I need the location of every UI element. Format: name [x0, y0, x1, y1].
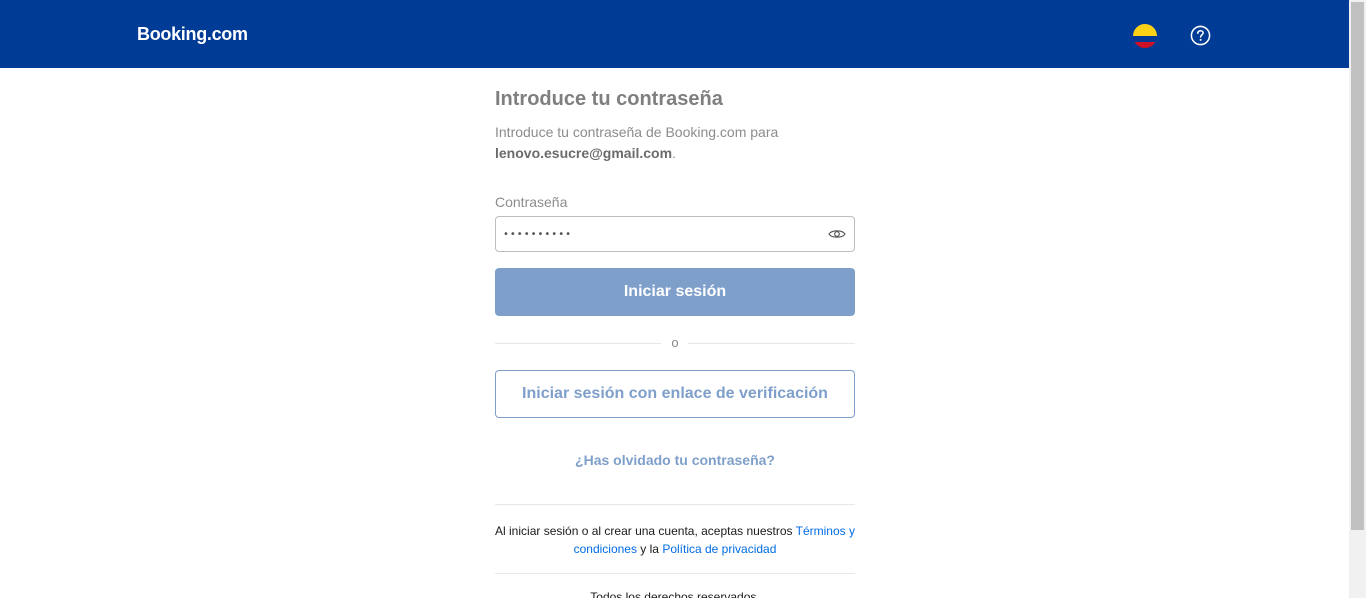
- forgot-password-link[interactable]: ¿Has olvidado tu contraseña?: [495, 452, 855, 468]
- intro-text: Introduce tu contraseña de Booking.com p…: [495, 122, 855, 164]
- question-circle-icon[interactable]: [1190, 25, 1211, 46]
- divider-text: o: [671, 335, 679, 350]
- booking-logo[interactable]: Booking.com: [137, 24, 248, 45]
- verification-link-button[interactable]: Iniciar sesión con enlace de verificació…: [495, 370, 855, 418]
- colombia-flag-icon[interactable]: [1133, 24, 1157, 48]
- page-scrollbar[interactable]: [1349, 0, 1366, 598]
- divider-line-left: [495, 343, 661, 344]
- footer-divider-bottom: [495, 573, 855, 574]
- terms-prefix: Al iniciar sesión o al crear una cuenta,…: [495, 524, 796, 538]
- intro-end: .: [672, 145, 676, 161]
- password-input[interactable]: [503, 223, 813, 245]
- footer-divider-top: [495, 504, 855, 505]
- email-address: lenovo.esucre@gmail.com: [495, 145, 673, 161]
- signin-button[interactable]: Iniciar sesión: [495, 268, 855, 316]
- password-field[interactable]: [495, 216, 855, 252]
- divider-line-right: [688, 343, 855, 344]
- privacy-link[interactable]: Política de privacidad: [662, 542, 776, 556]
- eye-icon[interactable]: [828, 227, 846, 241]
- scrollbar-thumb[interactable]: [1351, 2, 1364, 530]
- intro-prefix: Introduce tu contraseña de Booking.com p…: [495, 124, 779, 140]
- page-title: Introduce tu contraseña: [495, 88, 723, 110]
- top-header: Booking.com: [0, 0, 1349, 68]
- password-label: Contraseña: [495, 194, 568, 210]
- terms-middle: y la: [636, 542, 663, 556]
- rights-text: Todos los derechos reservados.: [590, 590, 760, 598]
- terms-text: Al iniciar sesión o al crear una cuenta,…: [495, 522, 855, 558]
